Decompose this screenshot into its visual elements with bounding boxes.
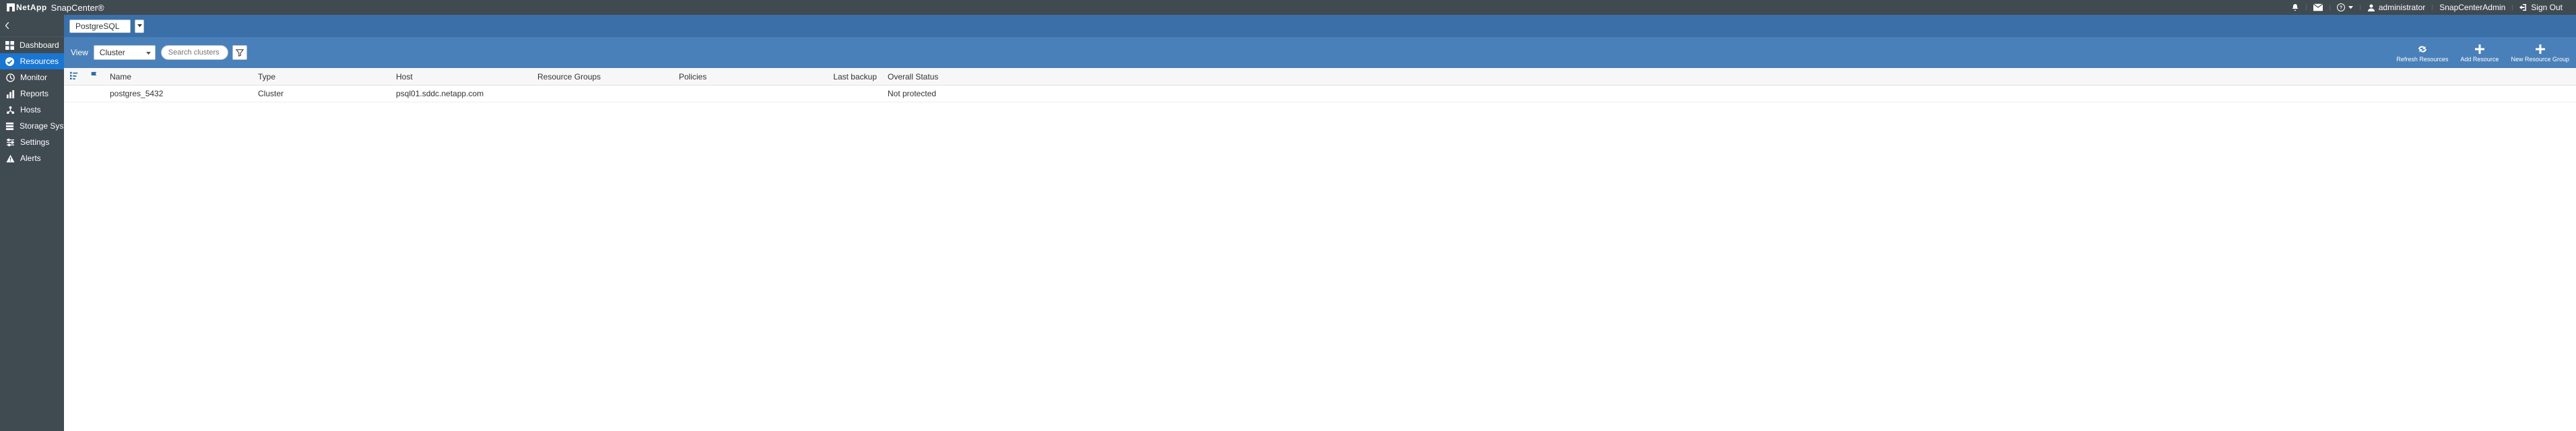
brand-company: NetApp <box>16 3 47 12</box>
search-input[interactable] <box>161 45 228 60</box>
plugin-select[interactable]: PostgreSQL <box>69 20 131 33</box>
role-label: SnapCenterAdmin <box>2439 3 2505 12</box>
sidebar-item-label: Reports <box>20 89 48 98</box>
sidebar-item-label: Dashboard <box>20 40 59 50</box>
sort-column-header[interactable] <box>64 68 84 86</box>
add-resource-label: Add Resource <box>2460 56 2499 63</box>
view-label: View <box>71 48 88 57</box>
brand-logo: NetApp <box>7 3 47 12</box>
user-menu[interactable]: administrator <box>2360 3 2432 12</box>
refresh-resources-button[interactable]: Refresh Resources <box>2396 44 2448 63</box>
view-select-value: Cluster <box>100 48 125 57</box>
plugin-select-caret-button[interactable] <box>135 20 144 33</box>
sign-out-icon <box>2519 3 2528 11</box>
sidebar-item-label: Alerts <box>20 154 41 163</box>
new-resource-group-button[interactable]: New Resource Group <box>2511 44 2569 63</box>
column-header-last-backup[interactable]: Last backup <box>808 68 882 86</box>
column-header-type[interactable]: Type <box>253 68 391 86</box>
column-header-name[interactable]: Name <box>104 68 253 86</box>
view-select[interactable]: Cluster <box>94 45 156 60</box>
sidebar-item-alerts[interactable]: Alerts <box>0 150 64 166</box>
chevron-down-icon <box>2348 6 2353 9</box>
sidebar-collapse-button[interactable] <box>0 15 64 37</box>
sidebar-item-settings[interactable]: Settings <box>0 134 64 150</box>
column-header-overall-status[interactable]: Overall Status <box>882 68 2576 86</box>
settings-icon <box>5 137 15 147</box>
sign-out-button[interactable]: Sign Out <box>2513 3 2569 12</box>
mail-icon <box>2313 3 2323 11</box>
toolbar-right: Refresh Resources Add Resource New Resou… <box>2396 42 2569 63</box>
netapp-logo-icon <box>7 3 15 11</box>
sidebar-item-label: Hosts <box>20 105 41 114</box>
sidebar-item-dashboard[interactable]: Dashboard <box>0 37 64 53</box>
toolbar-left: View Cluster <box>71 45 247 60</box>
sort-icon <box>70 72 78 81</box>
row-sort-cell <box>64 86 84 102</box>
sidebar-item-hosts[interactable]: Hosts <box>0 102 64 118</box>
chevron-down-icon <box>137 24 142 28</box>
topbar-right: ? administrator SnapCenterAdmin Sign Out <box>2284 3 2569 12</box>
help-button[interactable]: ? <box>2330 3 2360 12</box>
flag-icon <box>90 72 98 81</box>
svg-text:?: ? <box>2340 6 2342 11</box>
monitor-icon <box>5 73 15 82</box>
cell-name: postgres_5432 <box>104 86 253 102</box>
hosts-icon <box>5 105 15 114</box>
sign-out-label: Sign Out <box>2531 3 2563 12</box>
dashboard-icon <box>5 40 14 50</box>
reports-icon <box>5 89 15 98</box>
messages-button[interactable] <box>2307 3 2330 12</box>
refresh-icon <box>2416 44 2429 55</box>
column-header-host[interactable]: Host <box>391 68 532 86</box>
cell-last-backup <box>808 86 882 102</box>
column-header-policies[interactable]: Policies <box>673 68 808 86</box>
bell-icon <box>2291 3 2299 11</box>
help-icon: ? <box>2337 3 2345 11</box>
sidebar-item-resources[interactable]: Resources <box>0 53 64 69</box>
sidebar-item-label: Settings <box>20 137 49 147</box>
cell-resource-groups <box>532 86 673 102</box>
resources-table-wrap: Name Type Host Resource Groups Policies … <box>64 68 2576 431</box>
sidebar-item-reports[interactable]: Reports <box>0 86 64 102</box>
cell-type: Cluster <box>253 86 391 102</box>
cell-overall-status: Not protected <box>882 86 2576 102</box>
brand-product: SnapCenter® <box>51 3 104 13</box>
content-area: PostgreSQL View Cluster <box>64 15 2576 431</box>
sidebar-item-label: Monitor <box>20 73 47 82</box>
plus-icon <box>2475 44 2484 55</box>
table-row[interactable]: postgres_5432 Cluster psql01.sddc.netapp… <box>64 86 2576 102</box>
user-icon <box>2367 3 2375 11</box>
toolbar: View Cluster Refresh Resources <box>64 37 2576 68</box>
search-wrap <box>161 45 247 60</box>
sidebar: Dashboard Resources Monitor Reports Host… <box>0 15 64 431</box>
add-resource-button[interactable]: Add Resource <box>2460 44 2499 63</box>
storage-icon <box>5 121 14 131</box>
table-header-row: Name Type Host Resource Groups Policies … <box>64 68 2576 86</box>
top-bar: NetApp SnapCenter® ? administrator SnapC… <box>0 0 2576 15</box>
notifications-button[interactable] <box>2284 3 2306 12</box>
role-link[interactable]: SnapCenterAdmin <box>2433 3 2512 12</box>
sidebar-item-monitor[interactable]: Monitor <box>0 69 64 86</box>
flag-column-header[interactable] <box>84 68 104 86</box>
alerts-icon <box>5 154 15 163</box>
sidebar-item-label: Resources <box>20 57 59 66</box>
user-label: administrator <box>2379 3 2425 12</box>
row-flag-cell <box>84 86 104 102</box>
filter-button[interactable] <box>232 45 247 60</box>
sidebar-item-storage-systems[interactable]: Storage Systems <box>0 118 64 134</box>
chevron-left-icon <box>4 22 11 29</box>
chevron-down-icon <box>146 48 151 57</box>
resources-table: Name Type Host Resource Groups Policies … <box>64 68 2576 102</box>
column-header-resource-groups[interactable]: Resource Groups <box>532 68 673 86</box>
cell-policies <box>673 86 808 102</box>
plugin-context-bar: PostgreSQL <box>64 15 2576 37</box>
resources-icon <box>5 57 15 66</box>
plugin-select-value: PostgreSQL <box>75 22 119 31</box>
brand: NetApp SnapCenter® <box>7 3 104 13</box>
cell-host: psql01.sddc.netapp.com <box>391 86 532 102</box>
refresh-label: Refresh Resources <box>2396 56 2448 63</box>
plus-icon <box>2536 44 2545 55</box>
filter-icon <box>236 48 244 57</box>
new-resource-group-label: New Resource Group <box>2511 56 2569 63</box>
